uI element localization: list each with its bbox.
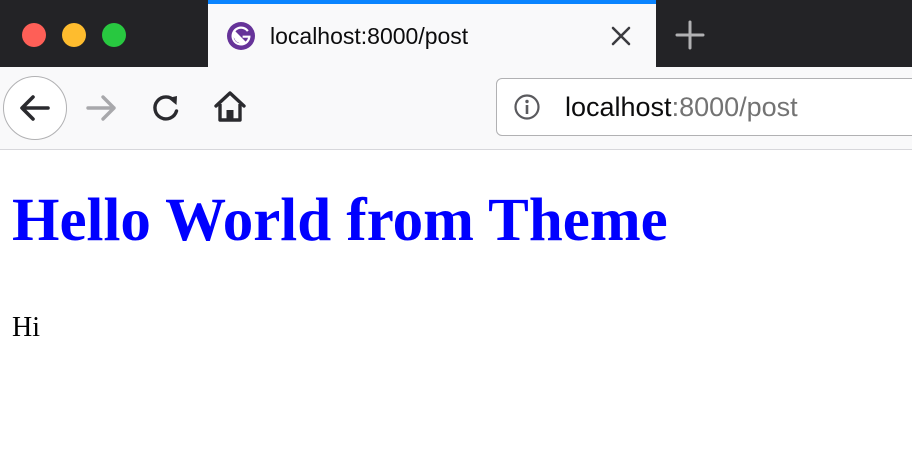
page-heading: Hello World from Theme (12, 187, 668, 254)
navigation-toolbar: localhost:8000/post (0, 67, 912, 150)
url-text[interactable]: localhost:8000/post (565, 92, 798, 123)
info-icon[interactable] (513, 93, 541, 121)
back-button[interactable] (3, 76, 67, 140)
home-button[interactable] (212, 89, 248, 125)
window-close-button[interactable] (22, 23, 46, 47)
gatsby-icon (227, 22, 255, 50)
close-icon[interactable] (608, 23, 634, 49)
forward-button[interactable] (84, 92, 120, 124)
new-tab-plus-icon[interactable] (674, 19, 706, 51)
tab-strip: localhost:8000/post (0, 0, 912, 67)
window-minimize-button[interactable] (62, 23, 86, 47)
tab-title: localhost:8000/post (270, 23, 469, 49)
page-content: Hello World from Theme Hi (0, 150, 912, 466)
tab-active[interactable]: localhost:8000/post (208, 0, 656, 67)
window-maximize-button[interactable] (102, 23, 126, 47)
url-path: :8000/post (671, 92, 798, 122)
page-paragraph: Hi (12, 312, 40, 343)
arrow-left-icon (20, 95, 50, 121)
url-host: localhost (565, 92, 672, 122)
reload-button[interactable] (148, 91, 184, 125)
tab-active-indicator (208, 0, 656, 4)
address-bar[interactable]: localhost:8000/post (496, 78, 912, 136)
